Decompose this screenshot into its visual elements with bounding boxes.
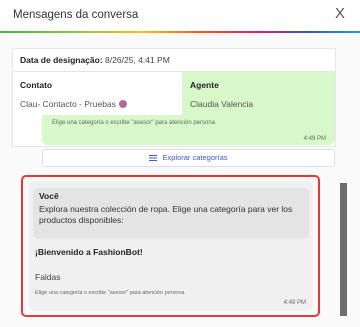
dialog-title: Mensagens da conversa (13, 9, 139, 21)
assignment-value: 8/26/25, 4:41 PM (105, 55, 170, 65)
conversation-scroll-area[interactable]: Data de designação: 8/26/25, 4:41 PM Con… (0, 33, 360, 327)
explore-categories-button[interactable]: Explorar categorías (42, 149, 335, 167)
message-sender: Você (39, 191, 59, 201)
previous-message-hint: Elige una categoría o escribe "asesor" p… (52, 120, 216, 126)
list-icon (149, 155, 158, 161)
message-card: Você Explora nuestra colección de ropa. … (29, 181, 313, 311)
contact-name: Clau- Contacto - Pruebas (20, 99, 116, 109)
scrollbar-thumb[interactable] (340, 183, 347, 316)
contact-label: Contato (20, 80, 53, 90)
previous-message-bubble: Elige una categoría o escribe "asesor" p… (42, 115, 335, 145)
previous-message-time: 4:49 PM (303, 136, 326, 142)
agent-column: Agente Claudia Valencia (183, 72, 335, 121)
message-time: 4:49 PM (283, 300, 306, 306)
category-text: Faldas (35, 272, 61, 282)
quoted-message-bubble: Você Explora nuestra colección de ropa. … (33, 188, 309, 239)
explore-categories-label: Explorar categorías (162, 153, 228, 162)
assignment-label: Data de designação: (20, 55, 103, 65)
assignment-date-row: Data de designação: 8/26/25, 4:41 PM (13, 49, 335, 72)
contact-value: Clau- Contacto - Pruebas (20, 99, 127, 109)
agent-value: Claudia Valencia (190, 99, 254, 109)
agent-label: Agente (190, 80, 219, 90)
bug-icon (118, 100, 127, 108)
message-hint: Elige una categoría o escribe "asesor" p… (35, 290, 185, 296)
message-text: Explora nuestra colección de ropa. Elige… (39, 204, 293, 225)
dialog-header: Mensagens da conversa X (0, 0, 360, 31)
welcome-text: ¡Bienvenido a FashionBot! (35, 247, 143, 257)
close-icon[interactable]: X (332, 6, 348, 22)
highlighted-message-frame: Você Explora nuestra colección de ropa. … (21, 175, 320, 317)
